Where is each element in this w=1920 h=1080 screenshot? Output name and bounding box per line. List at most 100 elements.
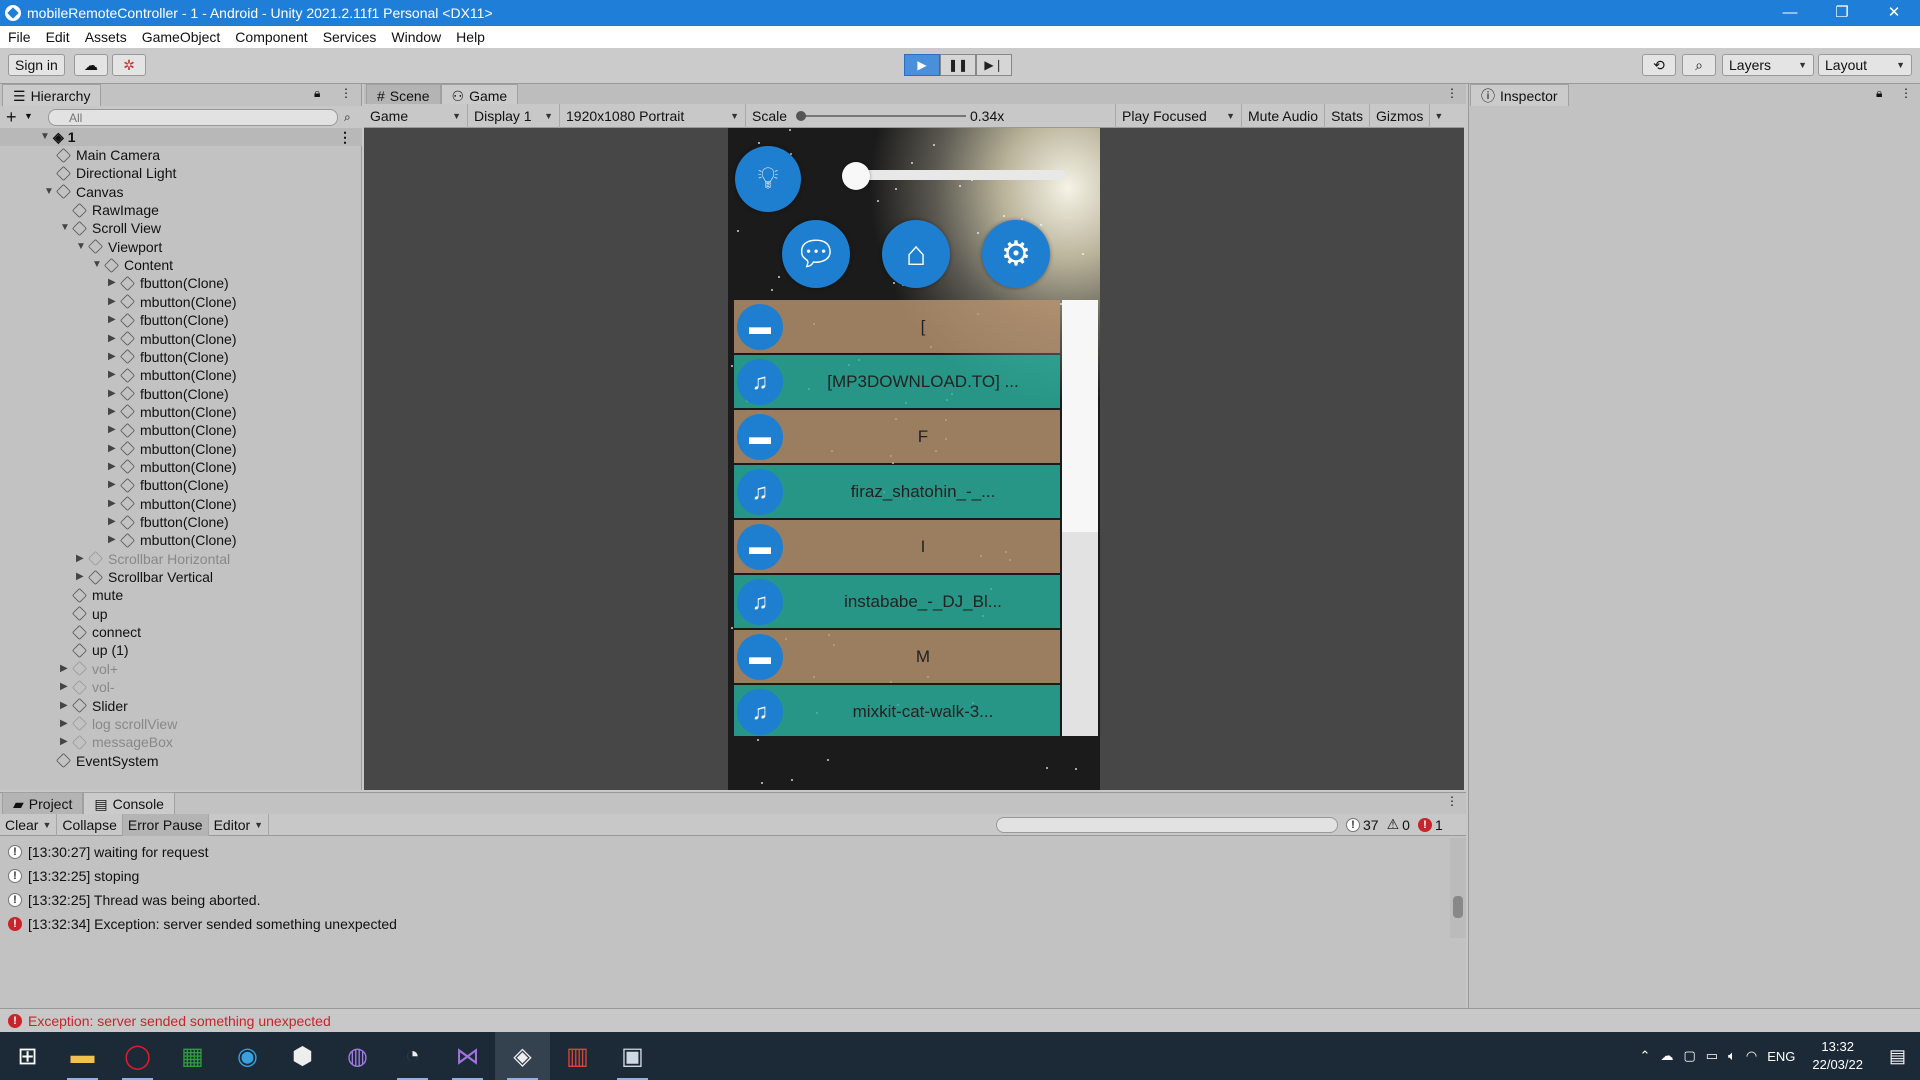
chevron-up-icon[interactable]: ⌃ — [1635, 1048, 1656, 1064]
expand-arrow-icon[interactable]: ▶ — [108, 495, 118, 513]
expand-arrow-icon[interactable]: ▼ — [40, 128, 50, 146]
hierarchy-item[interactable]: ▶ mbutton(Clone) — [108, 330, 237, 348]
hierarchy-item[interactable]: EventSystem — [55, 752, 158, 770]
hierarchy-item[interactable]: ▶ mbutton(Clone) — [108, 403, 237, 421]
settings-button[interactable]: ⚙ — [982, 220, 1050, 288]
expand-arrow-icon[interactable]: ▶ — [108, 274, 118, 292]
expand-arrow-icon[interactable]: ▼ — [92, 256, 102, 274]
menu-component[interactable]: Component — [227, 29, 314, 45]
menu-edit[interactable]: Edit — [38, 29, 77, 45]
volume-icon[interactable]: 🔈︎ — [1723, 1048, 1741, 1064]
hierarchy-item[interactable]: RawImage — [71, 201, 159, 219]
hierarchy-item[interactable]: ▶ mbutton(Clone) — [108, 458, 237, 476]
battery-icon[interactable]: ▭ — [1701, 1048, 1723, 1064]
hierarchy-item[interactable]: ▶ vol- — [60, 678, 115, 696]
hierarchy-item[interactable]: connect — [71, 623, 141, 641]
hierarchy-item[interactable]: up — [71, 605, 108, 623]
console-log-entry[interactable]: ! [13:30:27] waiting for request — [0, 840, 1450, 864]
stats-toggle[interactable]: Stats — [1325, 103, 1370, 128]
tab-project[interactable]: ▰ Project — [2, 792, 84, 814]
more-icon[interactable]: ⋮ — [1900, 86, 1912, 100]
sign-in-button[interactable]: Sign in — [8, 54, 65, 76]
music-list-item[interactable]: ♫ firaz_shatohin_-_... — [734, 465, 1060, 518]
hierarchy-item[interactable]: ▶ mbutton(Clone) — [108, 531, 237, 549]
folder-list-item[interactable]: ▬ F — [734, 410, 1060, 463]
home-button[interactable]: ⌂ — [882, 220, 950, 288]
gizmos-dropdown[interactable]: ▼ — [1430, 104, 1447, 128]
menu-file[interactable]: File — [0, 29, 38, 45]
music-list-item[interactable]: ♫ [MP3DOWNLOAD.TO] ... — [734, 355, 1060, 408]
folder-list-item[interactable]: ▬ I — [734, 520, 1060, 573]
menu-window[interactable]: Window — [383, 29, 448, 45]
hierarchy-item[interactable]: ▼ Canvas — [44, 183, 123, 201]
hierarchy-item[interactable]: ▼ Content — [92, 256, 173, 274]
more-icon[interactable]: ⋮ — [1446, 794, 1458, 808]
console-log-entry[interactable]: ! [13:32:25] stoping — [0, 864, 1450, 888]
console-search-input[interactable] — [996, 817, 1338, 833]
expand-arrow-icon[interactable]: ▶ — [60, 715, 70, 733]
chat-button[interactable]: 💬︎ — [782, 220, 850, 288]
taskbar-edge[interactable]: ◉ — [220, 1032, 275, 1080]
taskbar-unity[interactable]: ◈ — [495, 1032, 550, 1080]
music-list-item[interactable]: ♫ mixkit-cat-walk-3... — [734, 685, 1060, 736]
filter-icon[interactable]: ⌕ — [344, 110, 351, 125]
resolution-dropdown[interactable]: 1920x1080 Portrait ▼ — [560, 103, 746, 128]
clear-button[interactable]: Clear ▼ — [0, 813, 58, 836]
console-log-entry[interactable]: ! [13:32:25] Thread was being aborted. — [0, 888, 1450, 912]
music-list-item[interactable]: ♫ instababe_-_DJ_Bl... — [734, 575, 1060, 628]
menu-assets[interactable]: Assets — [77, 29, 134, 45]
layers-dropdown[interactable]: Layers ▼ — [1722, 54, 1814, 76]
expand-arrow-icon[interactable]: ▶ — [108, 440, 118, 458]
play-focused-dropdown[interactable]: Play Focused ▼ — [1116, 103, 1242, 128]
maximize-button[interactable]: ❐ — [1816, 0, 1868, 26]
close-button[interactable]: ✕ — [1868, 0, 1920, 26]
minimize-button[interactable]: — — [1764, 0, 1816, 26]
mute-audio-toggle[interactable]: Mute Audio — [1242, 103, 1326, 128]
expand-arrow-icon[interactable]: ▶ — [108, 458, 118, 476]
lock-icon[interactable]: 🔒︎ — [314, 86, 320, 101]
hierarchy-item[interactable]: up (1) — [71, 641, 129, 659]
hierarchy-item[interactable]: ▶ fbutton(Clone) — [108, 513, 229, 531]
hierarchy-item[interactable]: ▶ mbutton(Clone) — [108, 366, 237, 384]
taskbar-unity-hub[interactable]: ⬢ — [275, 1032, 330, 1080]
expand-arrow-icon[interactable]: ▶ — [108, 513, 118, 531]
display-dropdown[interactable]: Display 1 ▼ — [468, 103, 560, 128]
add-icon[interactable]: + — [6, 107, 17, 128]
more-icon[interactable]: ⋮ — [1446, 86, 1458, 100]
hierarchy-item[interactable]: ▶ fbutton(Clone) — [108, 385, 229, 403]
taskbar-clock-app[interactable]: ◔ — [385, 1032, 440, 1080]
hierarchy-item[interactable]: ▶ Scrollbar Vertical — [76, 568, 213, 586]
layout-dropdown[interactable]: Layout ▼ — [1818, 54, 1912, 76]
error-count-toggle[interactable]: ! 1 — [1417, 817, 1443, 833]
play-button[interactable]: ▶ — [904, 54, 940, 76]
hierarchy-search-input[interactable] — [48, 109, 338, 126]
expand-arrow-icon[interactable]: ▶ — [108, 348, 118, 366]
hierarchy-item[interactable]: ▶ vol+ — [60, 660, 118, 678]
taskbar-winrar[interactable]: ▥ — [550, 1032, 605, 1080]
console-log-entry[interactable]: ! [13:32:34] Exception: server sended som… — [0, 912, 1450, 936]
gizmos-toggle[interactable]: Gizmos — [1370, 103, 1431, 128]
hierarchy-item[interactable]: ▶ fbutton(Clone) — [108, 274, 229, 292]
lock-icon[interactable]: 🔒︎ — [1876, 86, 1882, 101]
scale-slider-thumb[interactable] — [796, 110, 806, 121]
expand-arrow-icon[interactable]: ▶ — [108, 385, 118, 403]
info-count-toggle[interactable]: ! 37 — [1346, 817, 1379, 833]
hierarchy-item[interactable]: ▶ fbutton(Clone) — [108, 476, 229, 494]
light-button[interactable]: 💡︎ — [735, 146, 801, 212]
hierarchy-item[interactable]: ▶ mbutton(Clone) — [108, 293, 237, 311]
volume-slider-knob[interactable] — [842, 162, 870, 190]
hierarchy-item[interactable]: ▶ fbutton(Clone) — [108, 311, 229, 329]
list-scrollbar[interactable] — [1062, 300, 1098, 736]
notifications-icon[interactable]: ▤ — [1875, 1046, 1920, 1067]
collapse-button[interactable]: Collapse — [57, 813, 123, 836]
expand-arrow-icon[interactable]: ▶ — [108, 421, 118, 439]
tab-console[interactable]: ▤ Console — [83, 792, 175, 814]
hierarchy-item[interactable]: Directional Light — [55, 164, 176, 182]
taskbar-clock[interactable]: 13:32 22/03/22 — [1800, 1038, 1875, 1074]
taskbar-spreadsheet[interactable]: ▦ — [165, 1032, 220, 1080]
hierarchy-item[interactable]: ▶ Scrollbar Horizontal — [76, 550, 230, 568]
taskbar-visual-studio[interactable]: ⋈ — [440, 1032, 495, 1080]
expand-arrow-icon[interactable]: ▶ — [108, 403, 118, 421]
expand-arrow-icon[interactable]: ▶ — [60, 660, 70, 678]
scene-row[interactable]: ▼ ◈ 1 ⋮ — [0, 128, 362, 146]
